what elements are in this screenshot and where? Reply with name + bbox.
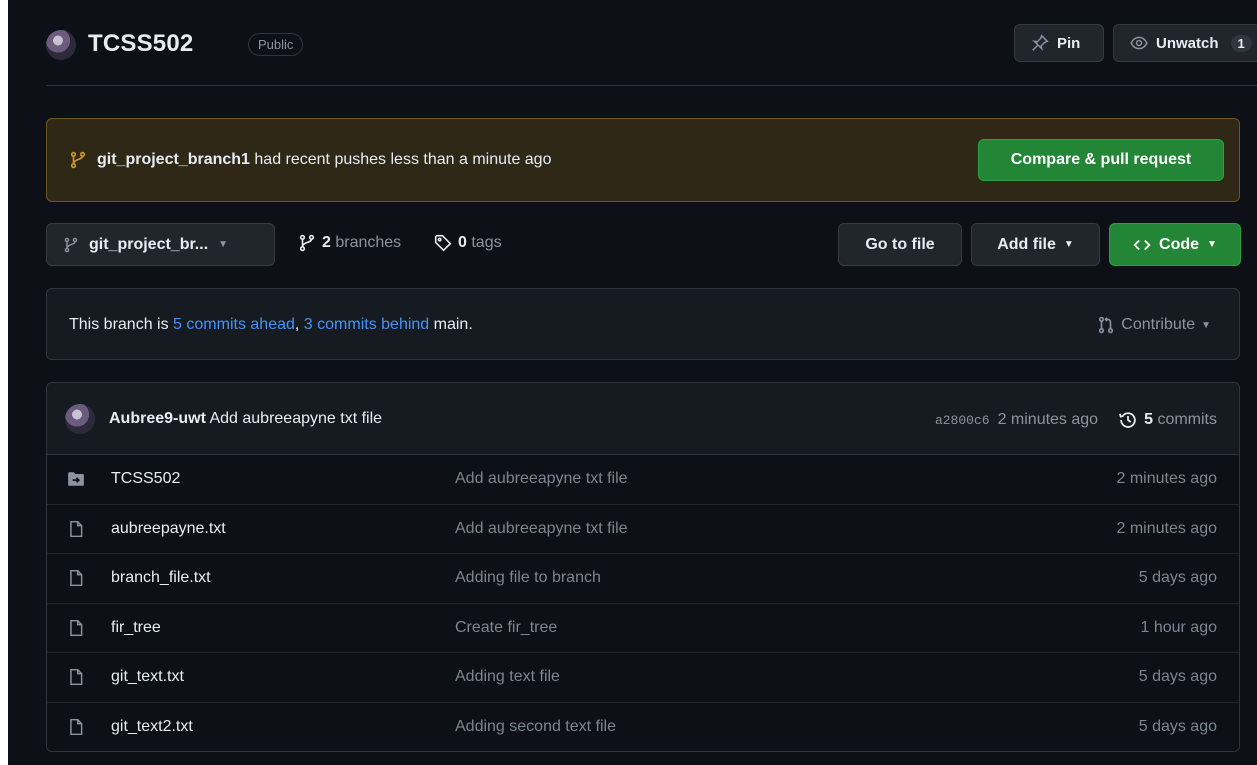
watch-count: 1 <box>1230 34 1252 52</box>
file-icon <box>67 520 85 538</box>
file-row[interactable]: git_text.txt Adding text file 5 days ago <box>47 653 1239 703</box>
commits-count: 5 <box>1144 411 1153 428</box>
branch-icon <box>69 151 87 169</box>
commit-meta: a2800c6 2 minutes ago 5 commits <box>935 410 1217 430</box>
compare-pull-request-button[interactable]: Compare & pull request <box>978 139 1224 181</box>
file-name[interactable]: branch_file.txt <box>111 569 211 587</box>
file-icon <box>67 718 85 736</box>
chevron-down-icon: ▼ <box>1207 239 1217 250</box>
file-row[interactable]: TCSS502 Add aubreeapyne txt file 2 minutes… <box>47 455 1239 505</box>
commit-author[interactable]: Aubree9-uwt <box>109 410 206 427</box>
chevron-down-icon: ▼ <box>218 239 229 250</box>
file-row[interactable]: git_text2.txt Adding second text file 5 da… <box>47 702 1239 751</box>
author-avatar[interactable] <box>65 404 95 434</box>
file-commit-message[interactable]: Adding file to branch <box>455 569 601 587</box>
commits-ahead-link[interactable]: 5 commits ahead <box>173 316 295 333</box>
latest-commit-row: Aubree9-uwt Add aubreeapyne txt file a28… <box>47 383 1239 455</box>
window-edge <box>0 0 8 765</box>
file-commit-date: 5 days ago <box>1138 668 1217 685</box>
file-name[interactable]: git_text2.txt <box>111 718 193 736</box>
branch-comparison-box: This branch is 5 commits ahead, 3 commit… <box>46 288 1240 360</box>
chevron-down-icon: ▼ <box>1201 319 1211 331</box>
branch-icon <box>298 234 316 252</box>
latest-commit-message: Aubree9-uwt Add aubreeapyne txt file <box>109 410 382 428</box>
pull-request-icon <box>1097 316 1115 334</box>
file-row[interactable]: aubreepayne.txt Add aubreeapyne txt file 2… <box>47 504 1239 554</box>
commit-sha[interactable]: a2800c6 <box>935 413 990 428</box>
tags-link[interactable]: 0 tags <box>434 234 502 252</box>
contribute-label: Contribute <box>1121 316 1196 333</box>
file-commit-message[interactable]: Add aubreeapyne txt file <box>455 470 628 488</box>
banner-message: had recent pushes less than a minute ago <box>254 151 552 168</box>
code-label: Code <box>1159 235 1200 253</box>
history-icon <box>1118 410 1138 430</box>
comparison-separator: , <box>294 316 300 333</box>
code-button[interactable]: Code ▼ <box>1109 223 1241 266</box>
file-name[interactable]: git_text.txt <box>111 668 184 686</box>
file-commit-date: 5 days ago <box>1138 717 1217 735</box>
code-icon <box>1133 236 1151 254</box>
comparison-prefix: This branch is <box>69 316 169 333</box>
owner-avatar[interactable] <box>46 30 76 60</box>
go-to-file-button[interactable]: Go to file <box>838 223 962 266</box>
file-icon <box>67 668 85 686</box>
file-commit-date: 1 hour ago <box>1140 618 1217 636</box>
file-commit-message[interactable]: Create fir_tree <box>455 619 557 637</box>
eye-icon <box>1130 34 1148 52</box>
pin-icon <box>1031 34 1049 52</box>
banner-branch[interactable]: git_project_branch1 <box>97 151 250 168</box>
tags-count: 0 <box>458 234 467 251</box>
file-commit-date: 2 minutes ago <box>1116 470 1217 487</box>
file-listing: Aubree9-uwt Add aubreeapyne txt file a28… <box>46 382 1240 752</box>
add-file-label: Add file <box>997 235 1056 253</box>
comparison-suffix: main. <box>433 316 473 333</box>
file-commit-message[interactable]: Add aubreeapyne txt file <box>455 520 628 538</box>
visibility-badge: Public <box>248 33 304 56</box>
commits-behind-link[interactable]: 3 commits behind <box>304 316 429 333</box>
file-commit-message[interactable]: Adding second text file <box>455 718 616 736</box>
banner-text: git_project_branch1 had recent pushes le… <box>69 151 551 169</box>
current-branch-label: git_project_br... <box>89 235 209 253</box>
file-name[interactable]: fir_tree <box>111 619 161 637</box>
branch-comparison-text: This branch is 5 commits ahead, 3 commit… <box>69 316 473 334</box>
branch-selector[interactable]: git_project_br... ▼ <box>46 223 275 266</box>
recent-push-banner: git_project_branch1 had recent pushes le… <box>46 118 1240 202</box>
repo-header: TCSS502 Public Pin Unwatch 1 <box>46 24 1257 68</box>
branches-count: 2 <box>322 234 331 251</box>
file-name[interactable]: aubreepayne.txt <box>111 520 226 538</box>
commits-label: commits <box>1157 411 1217 428</box>
header-divider <box>46 85 1257 86</box>
tags-label: tags <box>471 234 502 251</box>
branches-label: branches <box>335 234 402 251</box>
file-row[interactable]: branch_file.txt Adding file to branch 5 da… <box>47 554 1239 604</box>
file-commit-message[interactable]: Adding text file <box>455 668 560 686</box>
pin-button[interactable]: Pin <box>1014 24 1104 62</box>
file-commit-date: 5 days ago <box>1138 569 1217 586</box>
branches-link[interactable]: 2 branches <box>298 234 401 252</box>
file-commit-date: 2 minutes ago <box>1116 519 1217 537</box>
commit-time: 2 minutes ago <box>997 411 1099 428</box>
file-name[interactable]: TCSS502 <box>111 470 180 488</box>
commit-message[interactable]: Add aubreeapyne txt file <box>209 410 382 427</box>
file-icon <box>67 569 85 587</box>
contribute-dropdown[interactable]: Contribute ▼ <box>1097 316 1211 334</box>
pin-label: Pin <box>1057 34 1081 52</box>
repo-name[interactable]: TCSS502 <box>88 30 193 58</box>
branch-icon <box>63 237 79 253</box>
file-icon <box>67 619 85 637</box>
tag-icon <box>434 234 452 252</box>
commits-history-link[interactable]: 5 commits <box>1118 410 1217 430</box>
unwatch-button[interactable]: Unwatch 1 <box>1113 24 1257 62</box>
file-row[interactable]: fir_tree Create fir_tree 1 hour ago <box>47 603 1239 653</box>
chevron-down-icon: ▼ <box>1063 239 1074 250</box>
folder-submodule-icon <box>67 470 85 488</box>
unwatch-label: Unwatch <box>1156 34 1219 52</box>
add-file-button[interactable]: Add file ▼ <box>971 223 1100 266</box>
